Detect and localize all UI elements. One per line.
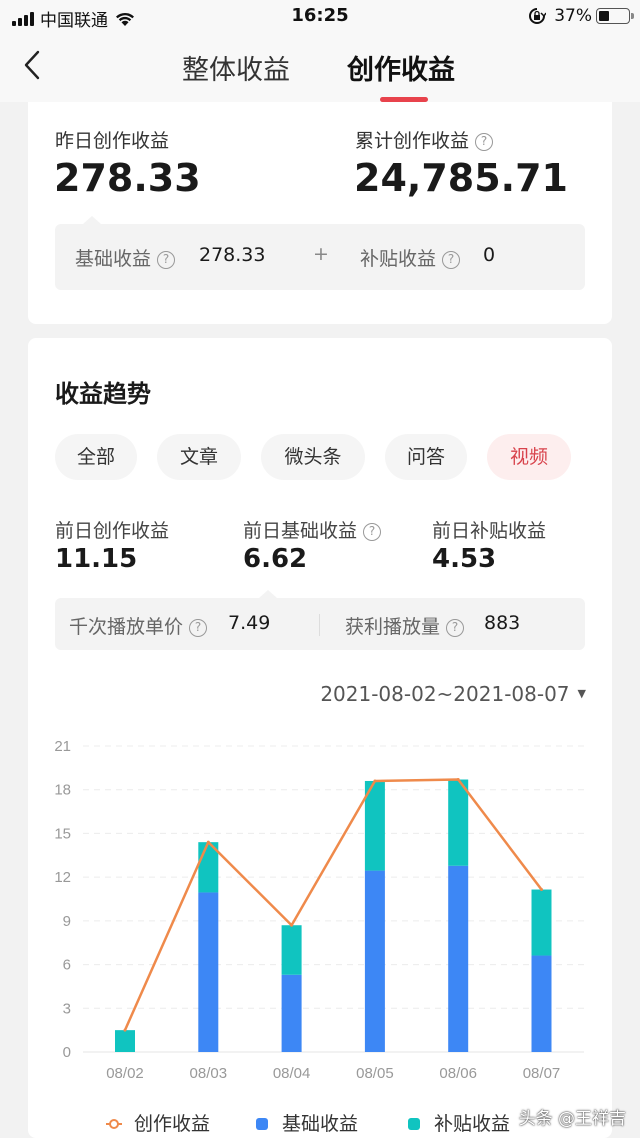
line-point xyxy=(290,923,294,927)
metric-creation-label: 前日创作收益 xyxy=(55,520,170,542)
playback-stats-box: 千次播放单价? 7.49 获利播放量? 883 xyxy=(55,590,585,650)
divider xyxy=(319,614,320,636)
subsidy-earnings-label: 补贴收益 xyxy=(360,248,437,270)
base-earnings-label: 基础收益 xyxy=(75,248,152,270)
bar-subsidy xyxy=(531,889,552,956)
line-point xyxy=(540,888,543,892)
y-tick-label: 9 xyxy=(63,913,71,930)
legend-swatch-icon xyxy=(256,1118,268,1130)
help-icon[interactable]: ? xyxy=(189,619,208,637)
status-bar: 中国联通 16:25 37% xyxy=(0,0,640,34)
metric-subsidy-value: 4.53 xyxy=(432,544,497,574)
earnings-breakdown-box: 基础收益? 278.33 + 补贴收益? 0 xyxy=(55,216,585,290)
status-right: 37% xyxy=(528,6,634,26)
x-tick-label: 08/04 xyxy=(273,1065,311,1082)
x-tick-label: 08/02 xyxy=(106,1065,144,1082)
filter-article[interactable]: 文章 xyxy=(157,434,241,480)
battery-icon xyxy=(596,8,634,24)
base-earnings-label-wrap: 基础收益? xyxy=(75,244,176,271)
x-tick-label: 08/03 xyxy=(190,1065,228,1082)
tab-creation-earnings[interactable]: 创作收益 xyxy=(347,48,455,87)
help-icon[interactable]: ? xyxy=(475,133,494,151)
bar-subsidy xyxy=(448,779,469,866)
legend-swatch-icon xyxy=(408,1118,420,1130)
plays-label-wrap: 获利播放量? xyxy=(345,612,465,639)
line-point xyxy=(123,1028,127,1032)
x-tick-label: 08/06 xyxy=(439,1065,477,1082)
filter-video[interactable]: 视频 xyxy=(487,434,571,480)
y-tick-label: 3 xyxy=(63,1000,71,1017)
y-tick-label: 21 xyxy=(54,738,71,755)
bar-subsidy xyxy=(281,925,302,975)
rpm-label-wrap: 千次播放单价? xyxy=(69,612,208,639)
y-tick-label: 0 xyxy=(63,1044,71,1061)
bar-base xyxy=(364,870,385,1052)
total-earnings-label-wrap: 累计创作收益? xyxy=(355,126,494,153)
yesterday-earnings-value: 278.33 xyxy=(54,156,201,200)
x-tick-label: 08/05 xyxy=(356,1065,394,1082)
trend-title: 收益趋势 xyxy=(55,380,151,408)
earnings-chart: 0 3 6 9 12 15 18 21 08/02 08/03 08/04 08/05 08/06 08/… xyxy=(54,738,584,1135)
filter-all[interactable]: 全部 xyxy=(55,434,137,480)
bar-base xyxy=(531,955,552,1052)
base-earnings-value: 278.33 xyxy=(199,244,266,266)
back-chevron-icon[interactable] xyxy=(20,46,50,86)
legend-label: 基础收益 xyxy=(282,1113,358,1135)
y-tick-label: 15 xyxy=(54,825,71,842)
rpm-label: 千次播放单价 xyxy=(69,616,184,638)
help-icon[interactable]: ? xyxy=(157,251,176,269)
plays-label: 获利播放量 xyxy=(345,616,441,638)
tab-overall-earnings[interactable]: 整体收益 xyxy=(182,48,290,87)
metric-base-label-wrap: 前日基础收益? xyxy=(243,516,382,543)
line-point xyxy=(206,840,210,844)
help-icon[interactable]: ? xyxy=(442,251,461,269)
trend-card: 收益趋势 全部 文章 微头条 问答 视频 前日创作收益 11.15 前日基础收益… xyxy=(28,338,612,1138)
y-tick-label: 6 xyxy=(63,957,71,974)
bar-base xyxy=(448,865,469,1052)
filter-micro-post[interactable]: 微头条 xyxy=(261,434,365,480)
total-earnings-label: 累计创作收益 xyxy=(355,130,470,152)
line-point xyxy=(456,778,460,782)
rpm-value: 7.49 xyxy=(228,612,271,634)
rotation-lock-icon xyxy=(529,8,547,24)
date-range-selector[interactable]: 2021-08-02~2021-08-07 ▼ xyxy=(320,682,586,706)
watermark: 头条 @王祥吉 xyxy=(518,1109,626,1129)
plus-sign: + xyxy=(313,243,329,265)
top-nav: 整体收益 创作收益 xyxy=(0,34,640,102)
total-earnings-value: 24,785.71 xyxy=(354,156,568,200)
legend-line-marker-icon xyxy=(109,1119,119,1129)
legend-label: 补贴收益 xyxy=(434,1113,510,1135)
summary-card: 昨日创作收益 278.33 累计创作收益? 24,785.71 基础收益? 27… xyxy=(28,102,612,324)
filter-qa[interactable]: 问答 xyxy=(385,434,467,480)
yesterday-earnings-label: 昨日创作收益 xyxy=(55,130,170,152)
metric-creation-value: 11.15 xyxy=(55,544,138,574)
plays-value: 883 xyxy=(484,612,521,634)
caret-down-icon: ▼ xyxy=(577,687,586,700)
metric-base-label: 前日基础收益 xyxy=(243,520,358,542)
y-tick-label: 12 xyxy=(54,869,71,886)
subsidy-earnings-label-wrap: 补贴收益? xyxy=(360,244,461,271)
bar-base xyxy=(281,974,302,1052)
line-point xyxy=(373,779,377,783)
metric-subsidy-label: 前日补贴收益 xyxy=(432,520,547,542)
help-icon[interactable]: ? xyxy=(363,523,382,541)
bar-subsidy xyxy=(115,1030,135,1052)
legend-label: 创作收益 xyxy=(134,1113,210,1135)
help-icon[interactable]: ? xyxy=(446,619,465,637)
y-tick-label: 18 xyxy=(54,782,71,799)
subsidy-earnings-value: 0 xyxy=(483,244,496,266)
metric-base-value: 6.62 xyxy=(243,544,308,574)
date-range-text: 2021-08-02~2021-08-07 xyxy=(320,682,570,706)
battery-percent: 37% xyxy=(554,6,592,26)
line-creation-earnings xyxy=(123,778,543,1031)
x-tick-label: 08/07 xyxy=(523,1065,561,1082)
bar-base xyxy=(198,892,219,1052)
